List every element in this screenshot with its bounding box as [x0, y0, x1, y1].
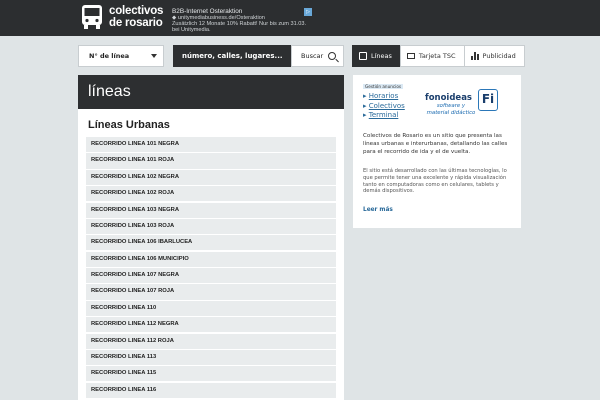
route-item[interactable]: RECORRIDO LINEA 101 NEGRA	[86, 137, 336, 153]
bus-icon	[82, 5, 102, 29]
site-description: Colectivos de Rosario es un sitio que pr…	[363, 133, 508, 155]
chevron-down-icon	[151, 54, 157, 58]
chart-icon	[470, 52, 479, 60]
tab-label: Publicidad	[482, 52, 516, 60]
line-select-label: N° de línea	[89, 52, 130, 60]
site-logo[interactable]: colectivos de rosario	[80, 4, 163, 30]
page-title: líneas	[78, 75, 344, 109]
route-list: RECORRIDO LINEA 101 NEGRA RECORRIDO LINEA…	[86, 137, 336, 398]
site-header: colectivos de rosario B2B-Internet Oster…	[0, 0, 600, 36]
route-item[interactable]: RECORRIDO LINEA 110	[86, 300, 336, 316]
ad-info-icon[interactable]: ▷	[304, 8, 312, 16]
search-icon	[328, 52, 336, 60]
fonoideas-ad[interactable]: fonoideas software y material didáctico …	[425, 89, 499, 123]
route-item[interactable]: RECORRIDO LINEA 101 ROJA	[86, 153, 336, 169]
tab-lineas[interactable]: Líneas	[352, 45, 401, 67]
line-number-select[interactable]: N° de línea	[78, 45, 164, 67]
route-item[interactable]: RECORRIDO LINEA 103 NEGRA	[86, 202, 336, 218]
link-colectivos[interactable]: Colectivos	[369, 102, 405, 110]
read-more-link[interactable]: Leer más	[363, 207, 393, 213]
tab-label: Tarjeta TSC	[418, 52, 456, 60]
link-horarios[interactable]: Horarios	[369, 92, 398, 100]
sidebar-panel: Gestión anuncios ▸ Horarios ▸ Colectivos…	[353, 75, 521, 228]
lines-icon	[359, 52, 367, 60]
ad-label: Gestión anuncios	[363, 84, 404, 89]
route-item[interactable]: RECORRIDO LINEA 103 ROJA	[86, 218, 336, 235]
site-tech-description: El sitio está desarrollado con las últim…	[363, 168, 507, 195]
route-item[interactable]: RECORRIDO LINEA 115	[86, 366, 336, 382]
route-item[interactable]: RECORRIDO LINEA 106 MUNICIPIO	[86, 251, 336, 267]
sidebar-links: ▸ Horarios ▸ Colectivos ▸ Terminal	[363, 92, 405, 119]
lines-panel: líneas Líneas Urbanas RECORRIDO LINEA 10…	[78, 75, 344, 400]
route-item[interactable]: RECORRIDO LINEA 112 ROJA	[86, 333, 336, 349]
fonoideas-logo-icon: Fi	[478, 89, 498, 111]
route-item[interactable]: RECORRIDO LINEA 112 NEGRA	[86, 317, 336, 333]
search-placeholder: número, calles, lugares...	[182, 52, 283, 60]
route-item[interactable]: RECORRIDO LINEA 116	[86, 382, 336, 398]
header-ad[interactable]: B2B-Internet Osteraktion ◆ unitymediabus…	[172, 8, 312, 34]
search-input[interactable]: número, calles, lugares...	[173, 45, 291, 67]
ad-text: Zusätzlich 12 Monate 10% Rabatt! Nur bis…	[172, 21, 307, 34]
search-button[interactable]: Buscar	[291, 45, 344, 67]
tab-tarjeta-tsc[interactable]: Tarjeta TSC	[399, 45, 465, 67]
link-terminal[interactable]: Terminal	[369, 111, 399, 119]
logo-text: colectivos de rosario	[109, 5, 163, 29]
logo-line-1: colectivos	[109, 5, 164, 17]
route-item[interactable]: RECORRIDO LINEA 106 IBARLUCEA	[86, 235, 336, 251]
route-item[interactable]: RECORRIDO LINEA 102 ROJA	[86, 186, 336, 202]
search-button-label: Buscar	[301, 52, 324, 60]
ad-brand: fonoideas	[425, 93, 472, 103]
tab-publicidad[interactable]: Publicidad	[463, 45, 525, 67]
main-tabs: Líneas Tarjeta TSC Publicidad	[352, 45, 525, 67]
ad-title[interactable]: B2B-Internet Osteraktion	[172, 8, 312, 15]
route-item[interactable]: RECORRIDO LINEA 102 NEGRA	[86, 169, 336, 185]
route-item[interactable]: RECORRIDO LINEA 107 NEGRA	[86, 268, 336, 284]
card-icon	[406, 53, 415, 59]
ad-tagline: software y material didáctico	[426, 103, 476, 116]
route-item[interactable]: RECORRIDO LINEA 107 ROJA	[86, 284, 336, 300]
route-item[interactable]: RECORRIDO LINEA 113	[86, 349, 336, 366]
logo-line-2: de rosario	[109, 17, 163, 29]
section-heading: Líneas Urbanas	[88, 119, 170, 131]
tab-label: Líneas	[371, 52, 392, 60]
